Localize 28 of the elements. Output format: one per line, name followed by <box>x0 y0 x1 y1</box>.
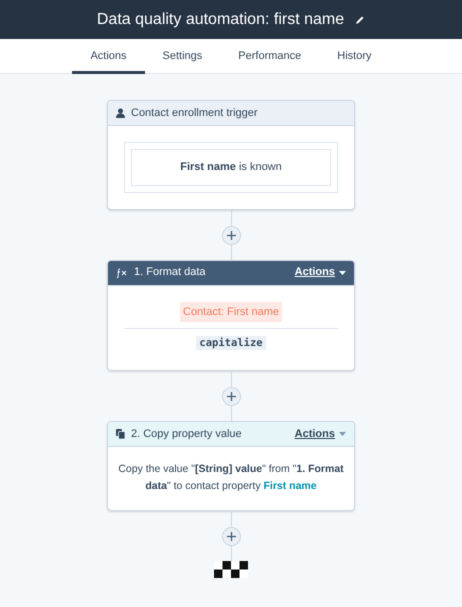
add-step-button[interactable] <box>222 386 240 406</box>
tab[interactable]: Performance <box>220 39 320 74</box>
card-title: 1. Format data <box>134 265 206 280</box>
property-link[interactable]: First name <box>264 480 317 492</box>
plus-icon <box>226 532 236 542</box>
action-description: Copy the value "[String] value" from "1. Format data" to contact property First name <box>117 462 345 494</box>
filter-condition[interactable]: First name is known <box>131 149 331 186</box>
page-title: Data quality automation: first name <box>96 10 344 30</box>
person-icon <box>116 108 125 118</box>
card-title: 2. Copy property value <box>131 426 242 442</box>
tab[interactable]: History <box>319 39 390 74</box>
property-token: Contact: First name <box>180 302 282 322</box>
caret-icon <box>339 270 346 274</box>
edit-icon[interactable] <box>355 14 366 24</box>
function-icon <box>116 268 128 278</box>
plus-icon <box>226 230 236 240</box>
tab[interactable]: Settings <box>144 39 220 74</box>
add-step-button[interactable] <box>222 226 240 244</box>
copy-icon <box>116 428 125 439</box>
caret-icon <box>339 432 346 436</box>
card-title: Contact enrollment trigger <box>131 106 258 121</box>
plus-icon <box>226 392 236 401</box>
actions-menu[interactable]: Actions <box>294 264 346 281</box>
tab[interactable]: Actions <box>72 39 145 74</box>
actions-menu[interactable]: Actions <box>294 426 346 442</box>
add-step-button[interactable] <box>222 527 240 546</box>
operation-code: capitalize <box>196 336 266 350</box>
finish-flag-icon <box>214 561 248 578</box>
